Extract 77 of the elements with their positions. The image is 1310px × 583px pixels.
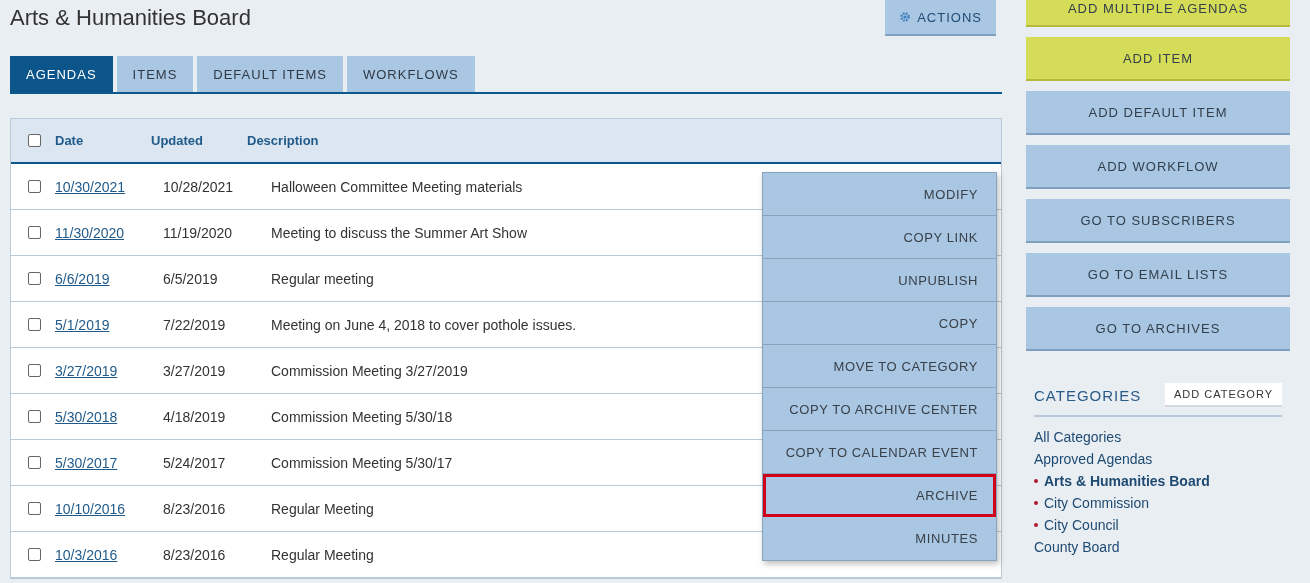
date-link[interactable]: 11/30/2020 [55, 224, 163, 241]
sidebar-button[interactable]: ADD DEFAULT ITEM [1026, 91, 1290, 135]
tab[interactable]: AGENDAS [10, 56, 113, 92]
sidebar-button[interactable]: ADD MULTIPLE AGENDAS [1026, 0, 1290, 27]
date-link[interactable]: 10/10/2016 [55, 500, 163, 517]
tab[interactable]: WORKFLOWS [346, 56, 475, 92]
table-cell-text: 11/19/2020 [163, 224, 234, 241]
table-cell-text: 4/18/2019 [163, 408, 227, 425]
category-label: City Commission [1044, 495, 1149, 511]
table-cell: Regular meeting [271, 270, 374, 287]
row-checkbox[interactable] [28, 364, 41, 377]
table-cell: Commission Meeting 5/30/18 [271, 408, 453, 425]
menu-item[interactable]: ARCHIVE [763, 474, 996, 517]
category-link[interactable]: City Commission [1034, 495, 1282, 511]
menu-item[interactable]: COPY [763, 302, 996, 345]
date-link[interactable]: 6/6/2019 [55, 270, 163, 287]
table-cell: Halloween Committee Meeting materials [271, 178, 523, 195]
select-all-checkbox[interactable] [28, 134, 41, 147]
menu-item[interactable]: COPY TO ARCHIVE CENTER [763, 388, 996, 431]
menu-item[interactable]: UNPUBLISH [763, 259, 996, 302]
table-cell-text: 6/5/2019 [163, 270, 219, 287]
menu-item[interactable]: MOVE TO CATEGORY [763, 345, 996, 388]
category-link[interactable]: All Categories [1034, 429, 1282, 445]
menu-item[interactable]: COPY LINK [763, 216, 996, 259]
category-link[interactable]: County Board [1034, 539, 1282, 555]
category-label: All Categories [1034, 429, 1122, 445]
row-checkbox[interactable] [28, 272, 41, 285]
table-cell-text: 8/23/2016 [163, 546, 227, 563]
add-category-button[interactable]: ADD CATEGORY [1165, 383, 1282, 407]
date-link[interactable]: 5/30/2018 [55, 408, 163, 425]
table-cell: Regular Meeting [271, 546, 374, 563]
menu-item[interactable]: COPY TO CALENDAR EVENT [763, 431, 996, 474]
table-cell: Meeting on June 4, 2018 to cover pothole issues. [271, 316, 577, 333]
table-cell-text: 8/23/2016 [163, 500, 227, 517]
category-link[interactable]: Arts & Humanities Board [1034, 473, 1282, 489]
menu-item[interactable]: MODIFY [763, 173, 996, 216]
category-label: City Council [1044, 517, 1119, 533]
date-link[interactable]: 10/30/2021 [55, 178, 163, 195]
category-label: Arts & Humanities Board [1044, 473, 1210, 489]
sidebar-button[interactable]: GO TO ARCHIVES [1026, 307, 1290, 351]
page-title: Arts & Humanities Board [10, 5, 251, 31]
date-link[interactable]: 5/30/2017 [55, 454, 163, 471]
date-link[interactable]: 10/3/2016 [55, 546, 163, 563]
sidebar-button[interactable]: GO TO SUBSCRIBERS [1026, 199, 1290, 243]
date-link[interactable]: 3/27/2019 [55, 362, 163, 379]
menu-item[interactable]: MINUTES [763, 517, 996, 560]
tab[interactable]: DEFAULT ITEMS [197, 56, 343, 92]
row-checkbox[interactable] [28, 502, 41, 515]
table-cell-text: 3/27/2019 [163, 362, 227, 379]
actions-button[interactable]: ACTIONS [885, 0, 996, 36]
table-cell: Meeting to discuss the Summer Art Show [271, 224, 527, 241]
sidebar-button[interactable]: ADD ITEM [1026, 37, 1290, 81]
categories-title: CATEGORIES [1034, 386, 1142, 404]
column-header[interactable]: Updated [151, 133, 247, 148]
column-header[interactable]: Description [247, 133, 447, 148]
table-cell-text: 5/24/2017 [163, 454, 227, 471]
category-link[interactable]: Approved Agendas [1034, 451, 1282, 467]
row-checkbox[interactable] [28, 410, 41, 423]
row-checkbox[interactable] [28, 456, 41, 469]
sidebar-button[interactable]: GO TO EMAIL LISTS [1026, 253, 1290, 297]
table-cell: Regular Meeting [271, 500, 374, 517]
sidebar-button[interactable]: ADD WORKFLOW [1026, 145, 1290, 189]
table-cell: Commission Meeting 3/27/2019 [271, 362, 468, 379]
date-link[interactable]: 5/1/2019 [55, 316, 163, 333]
row-checkbox[interactable] [28, 226, 41, 239]
row-checkbox[interactable] [28, 548, 41, 561]
settings-icon [899, 11, 912, 23]
table-cell-text: 10/28/2021 [163, 178, 235, 195]
tab[interactable]: ITEMS [116, 56, 194, 92]
row-checkbox[interactable] [28, 180, 41, 193]
table-cell-text: 7/22/2019 [163, 316, 227, 333]
table-cell: Commission Meeting 5/30/17 [271, 454, 453, 471]
category-label: County Board [1034, 539, 1120, 555]
category-link[interactable]: City Council [1034, 517, 1282, 533]
row-checkbox[interactable] [28, 318, 41, 331]
category-label: Approved Agendas [1034, 451, 1153, 467]
column-header[interactable]: Date [55, 133, 151, 148]
